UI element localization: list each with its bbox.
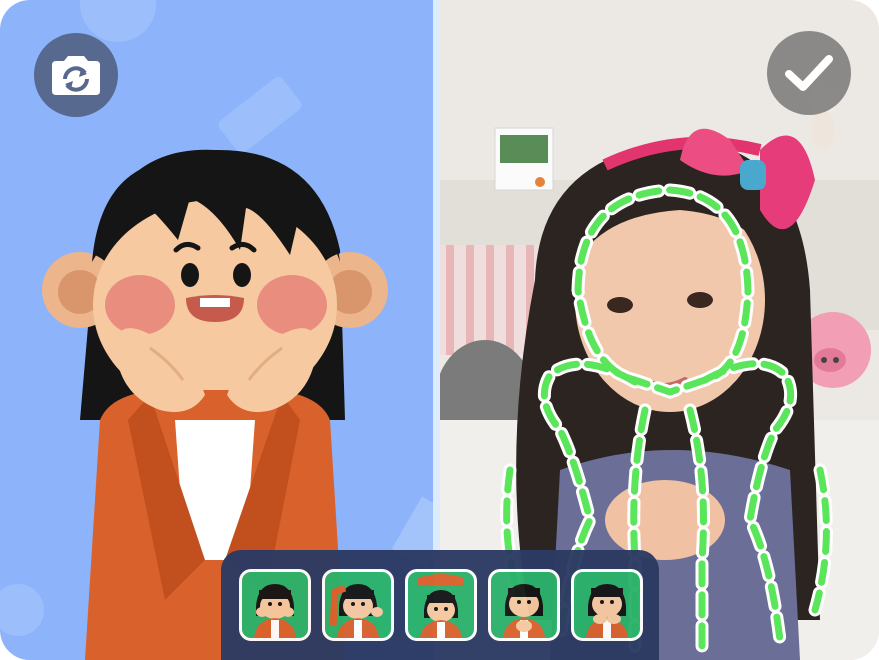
checkmark-icon xyxy=(785,55,833,91)
hand-on-head-pose-icon xyxy=(329,584,383,638)
arms-over-head-pose-icon xyxy=(418,574,464,638)
hands-on-cheeks-pose-icon xyxy=(254,584,296,638)
hands-together-pose-icon xyxy=(503,584,545,638)
pose-thumb-4[interactable] xyxy=(488,569,560,641)
pose-thumb-2[interactable] xyxy=(322,569,394,641)
confirm-button[interactable] xyxy=(767,31,851,115)
pose-thumb-5[interactable] xyxy=(571,569,643,641)
app-frame xyxy=(0,0,879,660)
switch-camera-button[interactable] xyxy=(34,33,118,117)
chin-rest-pose-icon xyxy=(586,584,628,638)
pose-thumb-1[interactable] xyxy=(239,569,311,641)
pose-thumb-3[interactable] xyxy=(405,569,477,641)
pose-selector-tray xyxy=(221,550,659,660)
camera-switch-icon xyxy=(52,56,100,95)
